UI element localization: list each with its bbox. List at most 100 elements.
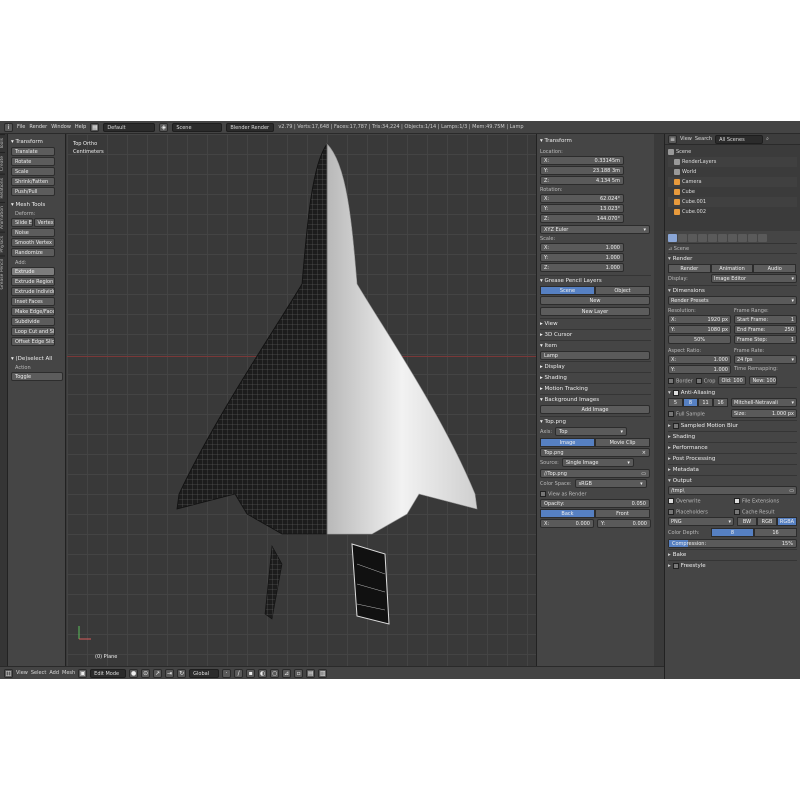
view-panel-header[interactable]: ▸ View xyxy=(540,318,651,329)
aa-filter-dropdown[interactable]: Mitchell-Netravali ▾ xyxy=(731,398,797,407)
tab-relations[interactable]: Relations xyxy=(0,174,5,202)
extrude-individual-button[interactable]: Extrude Individual xyxy=(11,287,55,296)
motion-tracking-panel-header[interactable]: ▸ Motion Tracking xyxy=(540,383,651,394)
mesh-tools-panel-header[interactable]: ▾ Mesh Tools xyxy=(11,202,62,208)
vertex-select-icon[interactable]: · xyxy=(222,668,232,678)
folder-icon[interactable]: ▭ xyxy=(641,470,646,477)
border-checkbox[interactable]: Border xyxy=(668,378,693,385)
slide-vertex-button[interactable]: Vertex xyxy=(33,218,55,227)
render-presets-dropdown[interactable]: Render Presets ▾ xyxy=(668,296,797,305)
resolution-percentage-field[interactable]: 50% xyxy=(668,335,731,344)
outliner-row-scene[interactable]: Scene xyxy=(668,147,797,157)
outliner-row-renderlayers[interactable]: RenderLayers xyxy=(668,157,797,167)
material-tab-icon[interactable] xyxy=(748,234,757,242)
viewport-shading-icon[interactable]: ● xyxy=(129,668,139,678)
rotation-y-field[interactable]: Y: 13.023° xyxy=(540,204,624,213)
spaceplane-model[interactable] xyxy=(67,134,536,666)
tab-physics[interactable]: Physics xyxy=(0,231,5,256)
frame-step-field[interactable]: Frame Step: 1 xyxy=(734,335,797,344)
location-x-field[interactable]: X: 0.33145m xyxy=(540,156,624,165)
tab-grease-pencil[interactable]: Grease Pencil xyxy=(0,255,5,293)
inset-faces-button[interactable]: Inset Faces xyxy=(11,297,55,306)
action-dropdown[interactable]: Toggle xyxy=(11,372,63,381)
placeholders-checkbox[interactable]: Placeholders xyxy=(668,508,731,515)
background-image-entry[interactable]: ▾ Top.png xyxy=(540,416,651,427)
gp-scene-tab[interactable]: Scene xyxy=(540,286,595,295)
bg-offset-x-field[interactable]: X: 0.000 xyxy=(540,518,594,528)
tab-animation[interactable]: Animation xyxy=(0,201,5,232)
render-engine-selector[interactable]: Blender Render xyxy=(226,122,275,132)
crop-checkbox[interactable]: Crop xyxy=(695,378,715,385)
animation-button[interactable]: Animation xyxy=(710,264,754,273)
frame-rate-dropdown[interactable]: 24 fps ▾ xyxy=(734,355,797,364)
offset-edge-slide-button[interactable]: Offset Edge Slide xyxy=(11,337,55,346)
outliner-row-cube[interactable]: Cube xyxy=(668,187,797,197)
render-layers-tab-icon[interactable] xyxy=(678,234,687,242)
metadata-panel-header[interactable]: ▸ Metadata xyxy=(668,464,797,475)
translate-button[interactable]: Translate xyxy=(11,147,55,156)
3d-view-editor-icon[interactable]: ◫ xyxy=(4,668,13,678)
bg-offset-y-field[interactable]: Y: 0.000 xyxy=(597,518,651,528)
rotate-manipulator-icon[interactable]: ↻ xyxy=(177,668,187,678)
opengl-animation-icon[interactable]: ▥ xyxy=(318,668,328,678)
outliner-display-filter[interactable]: All Scenes xyxy=(715,134,764,144)
bg-image-tab[interactable]: Image xyxy=(540,438,595,447)
scale-z-field[interactable]: Z: 1.000 xyxy=(540,263,624,272)
face-select-icon[interactable]: ▪ xyxy=(246,668,256,678)
operator-panel-header[interactable]: ▾ (De)select All xyxy=(11,356,62,362)
cache-result-checkbox[interactable]: Cache Result xyxy=(734,508,797,515)
opengl-render-icon[interactable]: ▤ xyxy=(306,668,316,678)
rotate-button[interactable]: Rotate xyxy=(11,157,55,166)
aa-samples-8[interactable]: 8 xyxy=(683,398,698,407)
color-mode-rgba[interactable]: RGBA xyxy=(777,517,797,526)
menu-view[interactable]: View xyxy=(16,670,28,676)
aa-size-field[interactable]: Size: 1.000 px xyxy=(731,409,797,418)
edge-select-icon[interactable]: / xyxy=(234,668,244,678)
shading-panel-header[interactable]: ▸ Shading xyxy=(668,431,797,442)
tab-create[interactable]: Create xyxy=(0,152,5,175)
tab-tools[interactable]: Tools xyxy=(0,134,5,153)
push-pull-button[interactable]: Push/Pull xyxy=(11,187,55,196)
overwrite-checkbox[interactable]: Overwrite xyxy=(668,498,731,505)
search-icon[interactable]: ⌕ xyxy=(766,136,769,142)
gp-object-tab[interactable]: Object xyxy=(595,286,650,295)
item-panel-header[interactable]: ▾ Item xyxy=(540,340,651,351)
randomize-button[interactable]: Randomize xyxy=(11,248,55,257)
scene-selector[interactable]: Scene xyxy=(172,122,223,132)
aa-samples-11[interactable]: 11 xyxy=(698,398,713,407)
output-panel-header[interactable]: ▾ Output xyxy=(668,475,797,486)
end-frame-field[interactable]: End Frame: 250 xyxy=(734,325,797,334)
audio-button[interactable]: Audio xyxy=(753,264,797,273)
rotation-x-field[interactable]: X: 62.024° xyxy=(540,194,624,203)
bg-front-tab[interactable]: Front xyxy=(595,508,650,518)
full-sample-checkbox[interactable]: Full Sample xyxy=(668,411,728,418)
shading-panel-header[interactable]: ▸ Shading xyxy=(540,372,651,383)
smooth-vertex-button[interactable]: Smooth Vertex xyxy=(11,238,55,247)
menu-select[interactable]: Select xyxy=(31,670,46,676)
snap-element-icon[interactable]: ▫ xyxy=(294,668,304,678)
display-dropdown[interactable]: Image Editor ▾ xyxy=(711,274,797,283)
mode-selector[interactable]: Edit Mode xyxy=(90,668,127,678)
snap-icon[interactable]: ⊿ xyxy=(282,668,292,678)
menu-help[interactable]: Help xyxy=(75,124,86,130)
subdivide-button[interactable]: Subdivide xyxy=(11,317,55,326)
output-path-field[interactable]: /tmp\ ▭ xyxy=(668,486,797,495)
post-processing-panel-header[interactable]: ▸ Post Processing xyxy=(668,453,797,464)
make-edge-face-button[interactable]: Make Edge/Face xyxy=(11,307,55,316)
bg-movie-clip-tab[interactable]: Movie Clip xyxy=(595,438,650,447)
file-format-dropdown[interactable]: PNG ▾ xyxy=(668,517,734,526)
location-y-field[interactable]: Y: 23.188 3m xyxy=(540,166,624,175)
world-tab-icon[interactable] xyxy=(698,234,707,242)
aspect-y-field[interactable]: Y: 1.000 xyxy=(668,365,731,374)
menu-file[interactable]: File xyxy=(17,124,25,130)
menu-window[interactable]: Window xyxy=(51,124,71,130)
outliner-row-world[interactable]: World xyxy=(668,167,797,177)
outliner-row-cube-001[interactable]: Cube.001 xyxy=(668,197,797,207)
screen-layout-icon[interactable]: ▦ xyxy=(90,122,100,132)
data-tab-icon[interactable] xyxy=(738,234,747,242)
render-panel-header[interactable]: ▾ Render xyxy=(668,253,797,264)
color-mode-bw[interactable]: BW xyxy=(737,517,757,526)
time-remap-new-field[interactable]: New: 100 xyxy=(749,376,778,385)
extrude-region-button[interactable]: Extrude Region xyxy=(11,277,55,286)
shrink-fatten-button[interactable]: Shrink/Fatten xyxy=(11,177,55,186)
